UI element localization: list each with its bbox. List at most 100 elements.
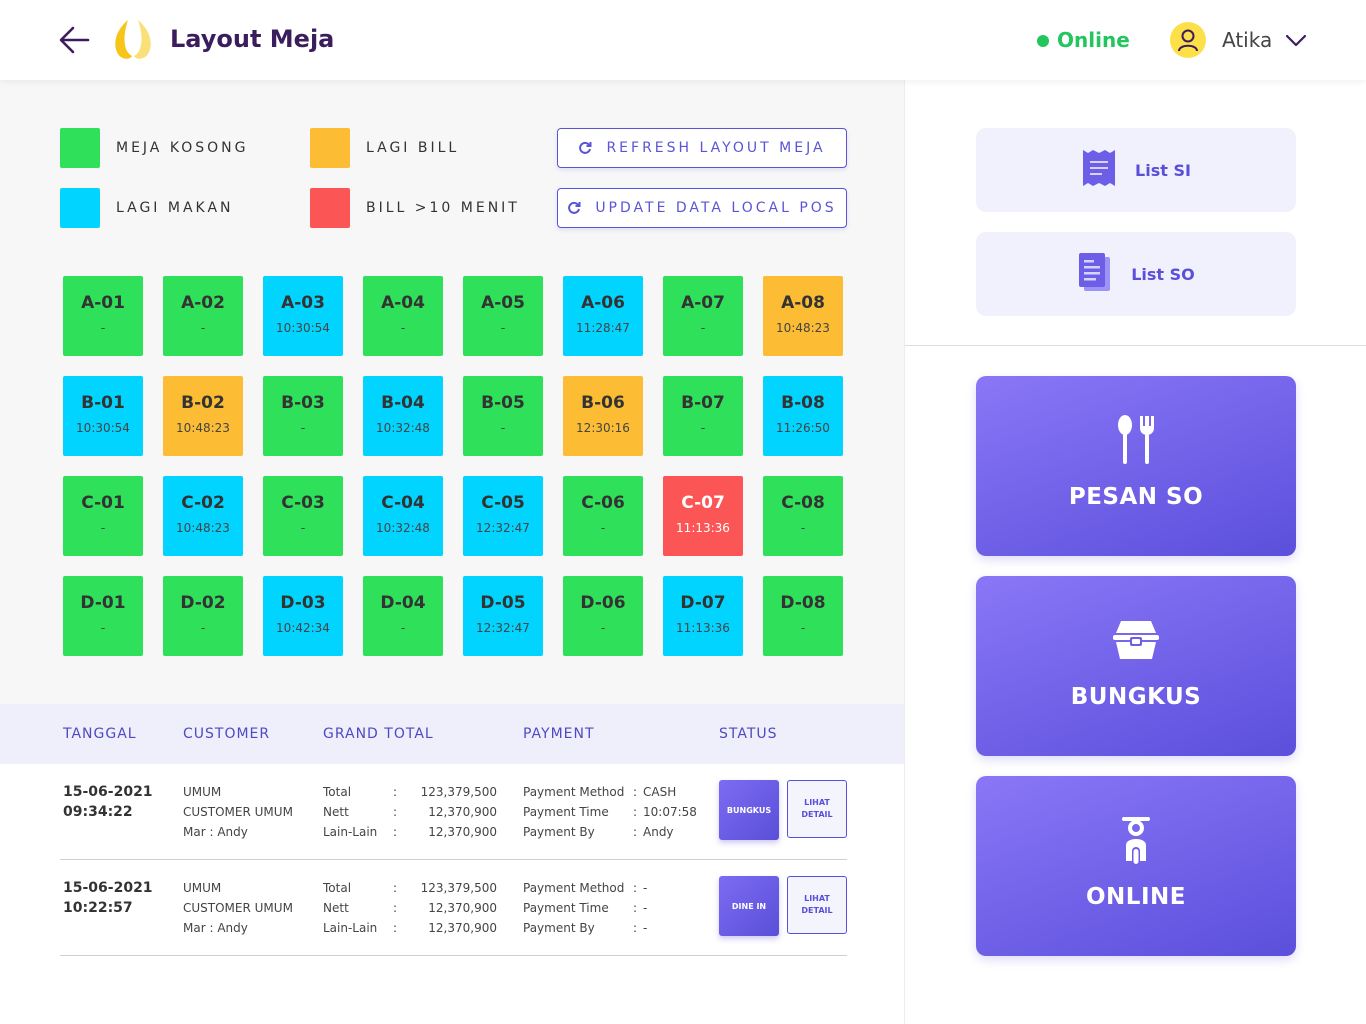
view-detail-button[interactable]: LIHAT DETAIL — [787, 780, 847, 838]
table-time: 10:32:48 — [376, 521, 430, 535]
back-arrow-icon[interactable] — [58, 24, 92, 56]
table-time: 11:13:36 — [676, 521, 730, 535]
order-type-badge[interactable]: DINE IN — [719, 876, 779, 936]
table-number: A-06 — [581, 293, 625, 313]
table-tile-a-06[interactable]: A-06 11:28:47 — [563, 276, 643, 356]
table-tile-d-01[interactable]: D-01 - — [63, 576, 143, 656]
list-so-button[interactable]: List SO — [976, 232, 1296, 316]
table-tile-c-08[interactable]: C-08 - — [763, 476, 843, 556]
payment-colon: : — [633, 785, 638, 799]
table-tile-c-04[interactable]: C-04 10:32:48 — [363, 476, 443, 556]
table-tile-a-02[interactable]: A-02 - — [163, 276, 243, 356]
table-tile-b-05[interactable]: B-05 - — [463, 376, 543, 456]
table-tile-a-07[interactable]: A-07 - — [663, 276, 743, 356]
customer-line: CUSTOMER UMUM — [183, 901, 293, 915]
scooter-icon — [1116, 812, 1156, 868]
table-tile-b-04[interactable]: B-04 10:32:48 — [363, 376, 443, 456]
table-tile-b-07[interactable]: B-07 - — [663, 376, 743, 456]
list-si-button[interactable]: List SI — [976, 128, 1296, 212]
table-tile-a-04[interactable]: A-04 - — [363, 276, 443, 356]
transaction-customer: UMUM CUSTOMER UMUM Mar : Andy — [183, 878, 293, 938]
table-tile-a-08[interactable]: A-08 10:48:23 — [763, 276, 843, 356]
table-tile-a-03[interactable]: A-03 10:30:54 — [263, 276, 343, 356]
transaction-datetime: 15-06-2021 09:34:22 — [63, 782, 153, 822]
payment-line: Payment Method: - — [523, 878, 647, 898]
refresh-icon — [578, 141, 592, 155]
payment-line: Payment By: - — [523, 918, 647, 938]
table-time: - — [400, 621, 406, 635]
online-label: ONLINE — [1086, 884, 1186, 910]
table-tile-c-05[interactable]: C-05 12:32:47 — [463, 476, 543, 556]
table-tile-c-07[interactable]: C-07 11:13:36 — [663, 476, 743, 556]
column-header-status: STATUS — [719, 726, 778, 742]
bungkus-button[interactable]: BUNGKUS — [976, 576, 1296, 756]
payment-line: Payment By: Andy — [523, 822, 697, 842]
user-avatar[interactable] — [1170, 22, 1206, 58]
list-si-label: List SI — [1135, 160, 1191, 180]
table-tile-d-03[interactable]: D-03 10:42:34 — [263, 576, 343, 656]
table-tile-b-08[interactable]: B-08 11:26:50 — [763, 376, 843, 456]
table-number: A-04 — [381, 293, 425, 313]
sidebar-divider — [905, 345, 1366, 346]
total-value: 12,370,900 — [428, 901, 497, 915]
table-tile-d-04[interactable]: D-04 - — [363, 576, 443, 656]
table-tile-d-02[interactable]: D-02 - — [163, 576, 243, 656]
table-number: A-02 — [181, 293, 225, 313]
online-status-text: Online — [1057, 28, 1130, 52]
total-label: Lain-Lain — [323, 921, 378, 935]
view-detail-button[interactable]: LIHAT DETAIL — [787, 876, 847, 934]
legend-bill-late: BILL >10 MENIT — [310, 188, 520, 228]
payment-line: Payment Time: - — [523, 898, 647, 918]
payment-colon: : — [633, 805, 638, 819]
table-time: - — [800, 621, 806, 635]
table-number: A-08 — [781, 293, 825, 313]
table-time: - — [700, 421, 706, 435]
table-tile-d-06[interactable]: D-06 - — [563, 576, 643, 656]
table-tile-a-01[interactable]: A-01 - — [63, 276, 143, 356]
order-type-badge[interactable]: BUNGKUS — [719, 780, 779, 840]
total-label: Nett — [323, 805, 349, 819]
table-tile-d-07[interactable]: D-07 11:13:36 — [663, 576, 743, 656]
table-time: - — [500, 421, 506, 435]
table-tile-b-02[interactable]: B-02 10:48:23 — [163, 376, 243, 456]
update-local-pos-button[interactable]: UPDATE DATA LOCAL POS — [557, 188, 847, 228]
transaction-customer: UMUM CUSTOMER UMUM Mar : Andy — [183, 782, 293, 842]
online-order-button[interactable]: ONLINE — [976, 776, 1296, 956]
column-header-grand-total: GRAND TOTAL — [323, 726, 434, 742]
table-tile-c-03[interactable]: C-03 - — [263, 476, 343, 556]
table-tile-a-05[interactable]: A-05 - — [463, 276, 543, 356]
total-colon: : — [393, 825, 398, 839]
table-tile-d-08[interactable]: D-08 - — [763, 576, 843, 656]
online-status-dot-icon — [1037, 35, 1049, 47]
table-tile-b-06[interactable]: B-06 12:30:16 — [563, 376, 643, 456]
table-number: B-07 — [681, 393, 725, 413]
table-time: 11:13:36 — [676, 621, 730, 635]
legend-label: LAGI MAKAN — [116, 200, 234, 216]
table-number: C-07 — [681, 493, 725, 513]
table-number: C-03 — [281, 493, 325, 513]
payment-value: - — [643, 881, 648, 895]
table-tile-c-06[interactable]: C-06 - — [563, 476, 643, 556]
table-tile-c-01[interactable]: C-01 - — [63, 476, 143, 556]
legend-lagi-bill: LAGI BILL — [310, 128, 459, 168]
refresh-layout-button[interactable]: REFRESH LAYOUT MEJA — [557, 128, 847, 168]
total-line: Nett: 12,370,900 — [323, 898, 497, 918]
column-header-customer: CUSTOMER — [183, 726, 271, 742]
table-tile-b-01[interactable]: B-01 10:30:54 — [63, 376, 143, 456]
legend-label: BILL >10 MENIT — [366, 200, 520, 216]
user-name[interactable]: Atika — [1222, 28, 1272, 52]
total-line: Lain-Lain: 12,370,900 — [323, 918, 497, 938]
table-time: 11:28:47 — [576, 321, 630, 335]
table-tile-d-05[interactable]: D-05 12:32:47 — [463, 576, 543, 656]
brand-logo — [110, 18, 156, 62]
table-number: B-08 — [781, 393, 825, 413]
pesan-so-button[interactable]: PESAN SO — [976, 376, 1296, 556]
transaction-datetime: 15-06-2021 10:22:57 — [63, 878, 153, 918]
bungkus-label: BUNGKUS — [1070, 684, 1202, 710]
legend-label: MEJA KOSONG — [116, 140, 249, 156]
table-tile-b-03[interactable]: B-03 - — [263, 376, 343, 456]
chevron-down-icon[interactable] — [1284, 30, 1308, 50]
transaction-grand-total: Total:123,379,500 Nett:12,370,900 Lain-Lai… — [323, 782, 497, 842]
table-number: C-04 — [381, 493, 425, 513]
table-tile-c-02[interactable]: C-02 10:48:23 — [163, 476, 243, 556]
